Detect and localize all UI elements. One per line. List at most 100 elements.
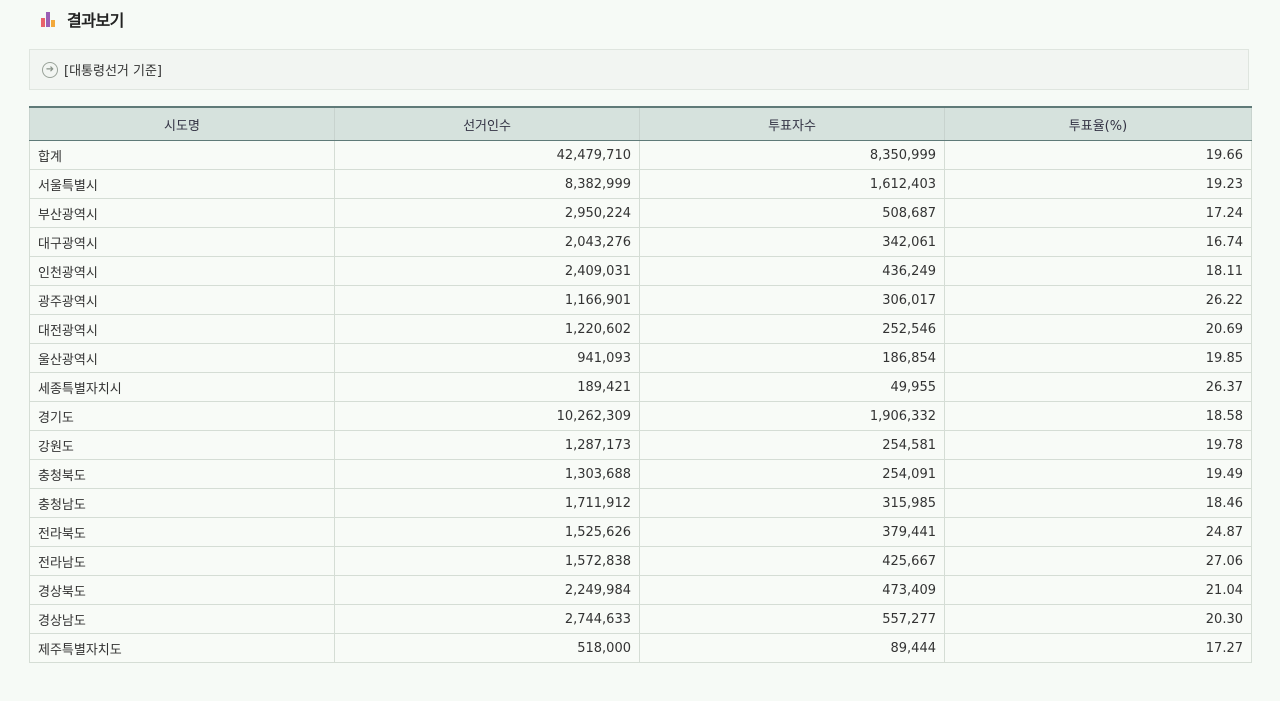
table-row: 충청남도 1,711,912 315,985 18.46 [29,488,1252,518]
voters-cell: 89,444 [639,633,945,663]
turnout-cell: 19.49 [944,459,1252,489]
voters-cell: 379,441 [639,517,945,547]
table-row: 대구광역시 2,043,276 342,061 16.74 [29,227,1252,257]
table-row: 합계 42,479,710 8,350,999 19.66 [29,140,1252,170]
electors-cell: 1,572,838 [334,546,640,576]
table-row: 울산광역시 941,093 186,854 19.85 [29,343,1252,373]
column-header-electors: 선거인수 [334,107,640,141]
region-cell: 세종특별자치시 [29,372,335,402]
turnout-cell: 19.23 [944,169,1252,199]
turnout-cell: 16.74 [944,227,1252,257]
region-cell: 충청북도 [29,459,335,489]
electors-cell: 1,525,626 [334,517,640,547]
voters-cell: 315,985 [639,488,945,518]
page-title: 결과보기 [67,11,124,30]
region-cell: 전라북도 [29,517,335,547]
turnout-cell: 19.78 [944,430,1252,460]
turnout-cell: 26.37 [944,372,1252,402]
electors-cell: 1,711,912 [334,488,640,518]
table-row: 인천광역시 2,409,031 436,249 18.11 [29,256,1252,286]
turnout-cell: 18.46 [944,488,1252,518]
turnout-cell: 17.24 [944,198,1252,228]
turnout-cell: 20.69 [944,314,1252,344]
voters-cell: 1,906,332 [639,401,945,431]
criteria-label: [대통령선거 기준] [64,64,162,79]
turnout-cell: 21.04 [944,575,1252,605]
turnout-cell: 18.58 [944,401,1252,431]
voters-cell: 436,249 [639,256,945,286]
table-row: 제주특별자치도 518,000 89,444 17.27 [29,633,1252,663]
table-row: 대전광역시 1,220,602 252,546 20.69 [29,314,1252,344]
table-row: 전라북도 1,525,626 379,441 24.87 [29,517,1252,547]
table-row: 경기도 10,262,309 1,906,332 18.58 [29,401,1252,431]
turnout-cell: 27.06 [944,546,1252,576]
voters-cell: 306,017 [639,285,945,315]
turnout-cell: 26.22 [944,285,1252,315]
turnout-cell: 24.87 [944,517,1252,547]
voters-cell: 49,955 [639,372,945,402]
region-cell: 대구광역시 [29,227,335,257]
voters-cell: 252,546 [639,314,945,344]
column-header-region: 시도명 [29,107,335,141]
results-header: 결과보기 [40,6,124,32]
bar-chart-icon [40,10,58,28]
circle-arrow-right-icon: ➜ [42,61,58,78]
table-row: 강원도 1,287,173 254,581 19.78 [29,430,1252,460]
table-row: 서울특별시 8,382,999 1,612,403 19.23 [29,169,1252,199]
electors-cell: 1,303,688 [334,459,640,489]
voters-cell: 186,854 [639,343,945,373]
turnout-cell: 19.66 [944,140,1252,170]
voters-cell: 254,581 [639,430,945,460]
region-cell: 경상남도 [29,604,335,634]
voters-cell: 473,409 [639,575,945,605]
region-cell: 광주광역시 [29,285,335,315]
table-row: 부산광역시 2,950,224 508,687 17.24 [29,198,1252,228]
electors-cell: 1,287,173 [334,430,640,460]
table-row: 경상남도 2,744,633 557,277 20.30 [29,604,1252,634]
region-cell: 울산광역시 [29,343,335,373]
region-cell: 합계 [29,140,335,170]
region-cell: 서울특별시 [29,169,335,199]
column-header-voters: 투표자수 [639,107,945,141]
region-cell: 충청남도 [29,488,335,518]
region-cell: 대전광역시 [29,314,335,344]
region-cell: 강원도 [29,430,335,460]
table-row: 광주광역시 1,166,901 306,017 26.22 [29,285,1252,315]
electors-cell: 2,744,633 [334,604,640,634]
electors-cell: 2,409,031 [334,256,640,286]
electors-cell: 1,220,602 [334,314,640,344]
voters-cell: 557,277 [639,604,945,634]
results-table: 시도명 선거인수 투표자수 투표율(%) 합계 42,479,710 8,350,9… [29,106,1252,663]
electors-cell: 189,421 [334,372,640,402]
voters-cell: 1,612,403 [639,169,945,199]
table-header-row: 시도명 선거인수 투표자수 투표율(%) [29,107,1252,141]
voters-cell: 342,061 [639,227,945,257]
table-row: 세종특별자치시 189,421 49,955 26.37 [29,372,1252,402]
electors-cell: 941,093 [334,343,640,373]
turnout-cell: 19.85 [944,343,1252,373]
region-cell: 경기도 [29,401,335,431]
column-header-turnout: 투표율(%) [944,107,1252,141]
electors-cell: 10,262,309 [334,401,640,431]
table-row: 전라남도 1,572,838 425,667 27.06 [29,546,1252,576]
turnout-cell: 18.11 [944,256,1252,286]
region-cell: 전라남도 [29,546,335,576]
turnout-cell: 17.27 [944,633,1252,663]
electors-cell: 8,382,999 [334,169,640,199]
electors-cell: 1,166,901 [334,285,640,315]
criteria-box: ➜ [대통령선거 기준] [29,49,1249,90]
voters-cell: 8,350,999 [639,140,945,170]
region-cell: 인천광역시 [29,256,335,286]
voters-cell: 254,091 [639,459,945,489]
voters-cell: 425,667 [639,546,945,576]
electors-cell: 42,479,710 [334,140,640,170]
voters-cell: 508,687 [639,198,945,228]
region-cell: 제주특별자치도 [29,633,335,663]
region-cell: 경상북도 [29,575,335,605]
turnout-cell: 20.30 [944,604,1252,634]
region-cell: 부산광역시 [29,198,335,228]
electors-cell: 518,000 [334,633,640,663]
table-row: 충청북도 1,303,688 254,091 19.49 [29,459,1252,489]
electors-cell: 2,249,984 [334,575,640,605]
electors-cell: 2,950,224 [334,198,640,228]
